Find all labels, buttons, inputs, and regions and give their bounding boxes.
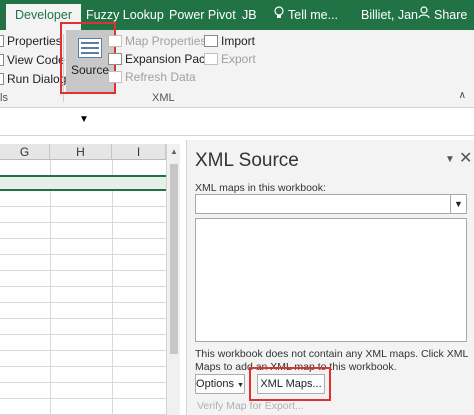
tab-power-pivot[interactable]: Power Pivot [169, 0, 236, 30]
view-code-label: View Code [7, 53, 65, 67]
controls-group-label: ls [0, 92, 8, 104]
grid-row[interactable] [0, 351, 166, 367]
no-maps-message: This workbook does not contain any XML m… [195, 348, 468, 373]
column-header-g[interactable]: G [0, 144, 50, 160]
import-icon [204, 35, 218, 47]
collapse-ribbon-icon[interactable]: ∧ [459, 90, 466, 101]
grid-row[interactable] [0, 255, 166, 271]
import-button[interactable]: Import [204, 32, 255, 50]
view-code-icon [0, 54, 4, 66]
tell-me-search[interactable]: Tell me... [274, 0, 338, 30]
share-label: Share [434, 8, 468, 22]
properties-button[interactable]: Properties [0, 32, 62, 50]
grid-row[interactable] [0, 207, 166, 223]
xml-group-label: XML [152, 92, 175, 104]
map-properties-button[interactable]: Map Properties [108, 32, 206, 50]
expansion-packs-icon [108, 53, 122, 65]
scroll-up-icon[interactable]: ▲ [170, 147, 178, 156]
xml-source-pane: XML Source ▼ ✕ XML maps in this workbook… [186, 140, 474, 415]
options-label: Options [196, 378, 234, 390]
worksheet-grid[interactable]: G H I [0, 144, 166, 415]
run-dialog-label: Run Dialog [7, 72, 67, 86]
grid-row[interactable] [0, 223, 166, 239]
pane-title: XML Source [195, 150, 299, 171]
refresh-data-label: Refresh Data [125, 70, 196, 84]
run-dialog-icon [0, 73, 4, 85]
properties-icon [0, 35, 4, 47]
export-label: Export [221, 52, 256, 66]
share-button[interactable]: Share [418, 0, 467, 30]
run-dialog-button[interactable]: Run Dialog [0, 70, 66, 88]
column-header-i[interactable]: I [112, 144, 166, 160]
export-button[interactable]: Export [204, 50, 256, 68]
vertical-scrollbar[interactable]: ▲ [166, 144, 180, 415]
tell-me-label: Tell me... [288, 8, 339, 22]
map-properties-icon [108, 35, 122, 47]
lightbulb-icon [274, 0, 284, 30]
import-label: Import [221, 34, 256, 48]
pane-options-icon[interactable]: ▼ [445, 154, 455, 165]
grid-row[interactable] [0, 239, 166, 255]
ribbon-body: Properties View Code Run Dialog ls Sourc… [0, 22, 474, 108]
export-icon [204, 53, 218, 65]
options-button[interactable]: Options ▼ [195, 374, 245, 394]
xml-maps-dropdown[interactable]: ▼ [195, 194, 467, 214]
map-properties-label: Map Properties [125, 34, 207, 48]
refresh-data-button[interactable]: Refresh Data [108, 68, 196, 86]
xml-maps-label: XML maps in this workbook: [195, 182, 326, 194]
formula-bar: ▼ [0, 108, 474, 136]
xml-map-tree[interactable] [195, 218, 467, 342]
tab-jb[interactable]: JB [242, 0, 257, 30]
caret-down-icon: ▼ [237, 382, 244, 389]
verify-map-link[interactable]: Verify Map for Export... [197, 400, 304, 412]
user-name[interactable]: Billiet, Jan [361, 0, 418, 30]
grid-row[interactable] [0, 303, 166, 319]
expansion-packs-button[interactable]: Expansion Packs [108, 50, 217, 68]
grid-row[interactable] [0, 367, 166, 383]
refresh-icon [108, 71, 122, 83]
grid-row[interactable] [0, 319, 166, 335]
column-header-h[interactable]: H [50, 144, 112, 160]
grid-row[interactable] [0, 399, 166, 415]
grid-row[interactable] [0, 335, 166, 351]
xml-maps-highlight [249, 367, 331, 401]
person-icon [418, 0, 430, 30]
arrow-down-icon: ▼ [79, 114, 89, 125]
properties-label: Properties [7, 34, 62, 48]
grid-row[interactable] [0, 191, 166, 207]
close-icon[interactable]: ✕ [459, 148, 472, 168]
grid-row[interactable] [0, 271, 166, 287]
view-code-button[interactable]: View Code [0, 51, 65, 69]
scrollbar-thumb[interactable] [170, 164, 178, 354]
grid-row[interactable] [0, 383, 166, 399]
selected-row[interactable] [0, 175, 166, 191]
grid-row[interactable] [0, 287, 166, 303]
chevron-down-icon[interactable]: ▼ [450, 195, 466, 213]
